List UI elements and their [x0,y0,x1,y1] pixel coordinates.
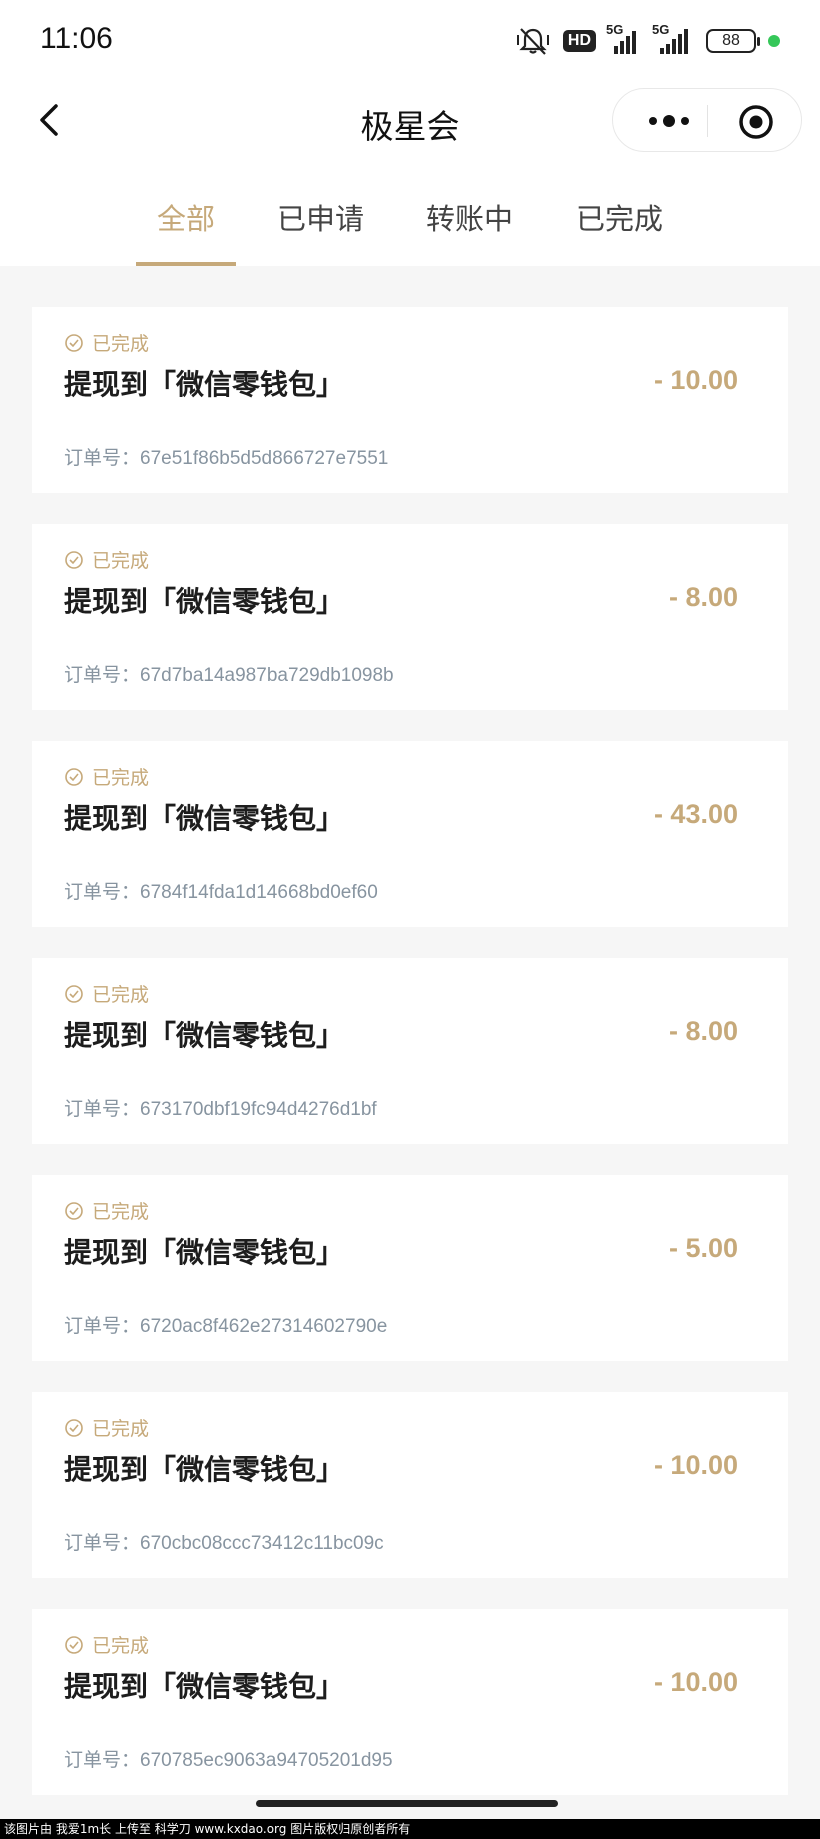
record-status-label: 已完成 [92,550,150,572]
order-number: 6720ac8f462e27314602790e [140,1316,388,1337]
record-status-label: 已完成 [92,1635,150,1657]
check-circle-icon [65,333,83,352]
withdraw-record[interactable]: 已完成 提现到「微信零钱包」 - 8.00 订单号：67d7ba14a987ba… [32,524,788,710]
order-number: 670cbc08ccc73412c11bc09c [140,1533,384,1554]
record-amount: - 10.00 [653,365,738,395]
tab-applied[interactable]: 已申请 [277,196,364,266]
order-label: 订单号： [64,1532,141,1554]
close-target-icon[interactable] [737,103,775,141]
record-title: 提现到「微信零钱包」 [64,1453,345,1486]
signal-icon-1: 5G [606,22,642,54]
silent-vibrate-icon [515,26,551,56]
privacy-indicator-dot [768,35,780,47]
check-circle-icon [65,767,83,786]
record-status: 已完成 [64,763,149,790]
order-label: 订单号： [64,447,141,469]
withdraw-record[interactable]: 已完成 提现到「微信零钱包」 - 10.00 订单号：670785ec9063a… [32,1609,788,1795]
record-title: 提现到「微信零钱包」 [64,368,345,401]
record-title: 提现到「微信零钱包」 [64,1236,345,1269]
record-order: 订单号：67d7ba14a987ba729db1098b [64,660,394,687]
check-circle-icon [65,1635,83,1654]
record-status: 已完成 [64,1414,149,1441]
miniprogram-capsule [612,88,802,152]
order-label: 订单号： [64,1315,141,1337]
active-tab-underline [136,262,236,266]
order-label: 订单号： [64,881,141,903]
battery-icon: 88 [706,29,760,53]
watermark-text: 该图片由 我爱1m长 上传至 科学刀 www.kxdao.org 图片版权归原创… [0,1819,820,1839]
status-icons: HD 5G 5G 88 [515,22,780,56]
record-amount: - 10.00 [653,1450,738,1480]
order-label: 订单号： [64,1098,141,1120]
order-number: 670785ec9063a94705201d95 [140,1750,393,1771]
record-status-label: 已完成 [92,333,150,355]
record-order: 订单号：670cbc08ccc73412c11bc09c [64,1528,384,1555]
capsule-divider [707,105,708,137]
nav-bar: 极星会 [0,80,820,160]
record-status: 已完成 [64,1197,149,1224]
hd-badge: HD [562,30,596,52]
withdraw-record[interactable]: 已完成 提现到「微信零钱包」 - 10.00 订单号：670cbc08ccc73… [32,1392,788,1578]
record-order: 订单号：6720ac8f462e27314602790e [64,1311,387,1338]
more-dots-icon[interactable] [639,103,699,139]
order-number: 6784f14fda1d14668bd0ef60 [140,882,378,903]
order-number: 67d7ba14a987ba729db1098b [140,665,394,686]
order-number: 673170dbf19fc94d4276d1bf [140,1099,377,1120]
record-amount: - 43.00 [653,799,738,829]
order-label: 订单号： [64,664,141,686]
check-circle-icon [65,984,83,1003]
order-number: 67e51f86b5d5d866727e7551 [140,448,389,469]
home-indicator[interactable] [256,1800,558,1807]
order-label: 订单号： [64,1749,141,1771]
tab-all[interactable]: 全部 [157,196,215,266]
record-order: 订单号：673170dbf19fc94d4276d1bf [64,1094,377,1121]
withdraw-record[interactable]: 已完成 提现到「微信零钱包」 - 5.00 订单号：6720ac8f462e27… [32,1175,788,1361]
filter-tabs: 全部 已申请 转账中 已完成 [0,160,820,266]
record-status: 已完成 [64,1631,149,1658]
status-time: 11:06 [40,22,113,55]
record-title: 提现到「微信零钱包」 [64,1019,345,1052]
record-amount: - 8.00 [668,582,738,612]
check-circle-icon [65,550,83,569]
record-title: 提现到「微信零钱包」 [64,585,345,618]
record-status-label: 已完成 [92,984,150,1006]
status-bar: 11:06 HD 5G 5G 88 [0,0,820,80]
record-status-label: 已完成 [92,1418,150,1440]
record-amount: - 8.00 [668,1016,738,1046]
record-status: 已完成 [64,546,149,573]
record-status-label: 已完成 [92,1201,150,1223]
withdraw-record[interactable]: 已完成 提现到「微信零钱包」 - 43.00 订单号：6784f14fda1d1… [32,741,788,927]
record-amount: - 10.00 [653,1667,738,1697]
check-circle-icon [65,1418,83,1437]
record-order: 订单号：6784f14fda1d14668bd0ef60 [64,877,378,904]
record-status: 已完成 [64,329,149,356]
record-title: 提现到「微信零钱包」 [64,1670,345,1703]
record-status: 已完成 [64,980,149,1007]
record-amount: - 5.00 [668,1233,738,1263]
signal-icon-2: 5G [652,22,694,54]
tab-transferring[interactable]: 转账中 [426,196,513,266]
record-title: 提现到「微信零钱包」 [64,802,345,835]
record-order: 订单号：670785ec9063a94705201d95 [64,1745,393,1772]
withdraw-record[interactable]: 已完成 提现到「微信零钱包」 - 10.00 订单号：67e51f86b5d5d… [32,307,788,493]
tab-completed[interactable]: 已完成 [576,196,663,266]
withdraw-record[interactable]: 已完成 提现到「微信零钱包」 - 8.00 订单号：673170dbf19fc9… [32,958,788,1144]
record-order: 订单号：67e51f86b5d5d866727e7551 [64,443,388,470]
signal-label-1: 5G [606,22,624,37]
signal-label-2: 5G [652,22,670,37]
check-circle-icon [65,1201,83,1220]
record-status-label: 已完成 [92,767,150,789]
